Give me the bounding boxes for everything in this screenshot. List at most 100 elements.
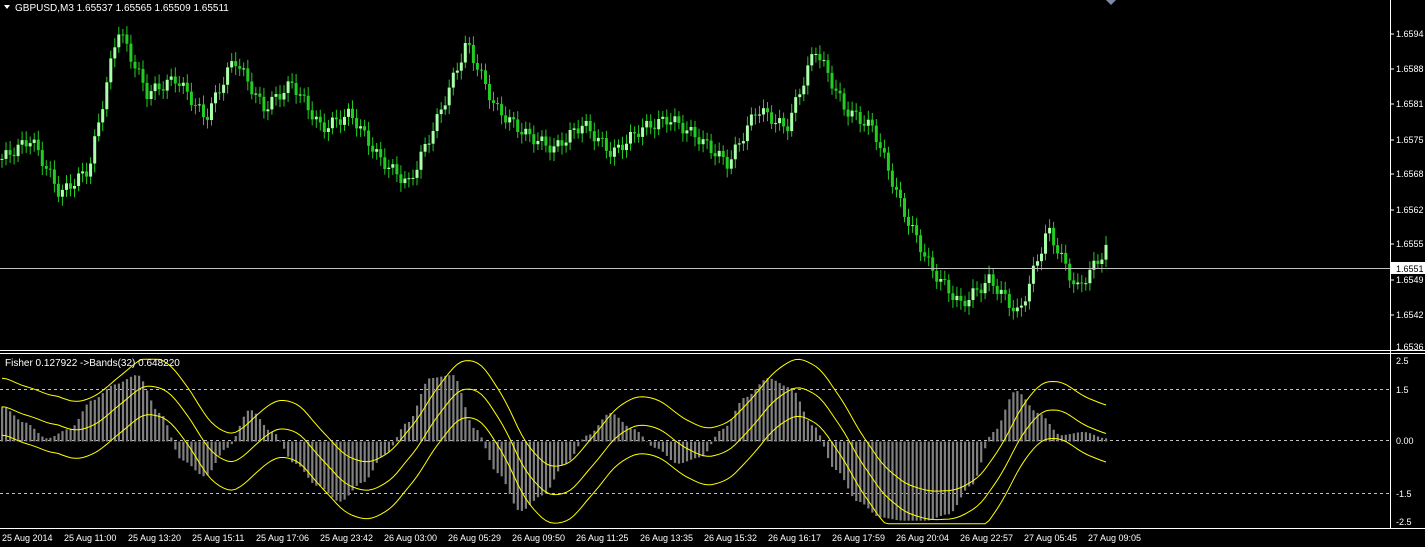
fisher-bar xyxy=(81,411,84,442)
fisher-bar xyxy=(903,441,906,521)
price-bar-body xyxy=(846,109,850,117)
fisher-bar xyxy=(275,434,278,442)
price-bar-body xyxy=(242,68,246,70)
price-bar-body xyxy=(193,105,197,107)
fisher-bar xyxy=(432,378,435,442)
fisher-bar xyxy=(722,428,725,442)
price-bar-body xyxy=(512,117,516,120)
price-bar-body xyxy=(1015,307,1019,312)
fisher-bar xyxy=(665,441,668,456)
fisher-bar xyxy=(561,441,564,466)
price-bar-body xyxy=(379,149,383,158)
price-bar-body xyxy=(604,138,608,151)
fisher-bar xyxy=(182,441,185,461)
dropdown-triangle-icon[interactable] xyxy=(4,5,10,9)
fisher-bar xyxy=(694,441,697,459)
price-bar-body xyxy=(65,183,68,190)
chart-window[interactable]: GBPUSD,M3 1.65537 1.65565 1.65509 1.6551… xyxy=(0,0,1425,547)
price-bar-body xyxy=(218,92,222,94)
fisher-bar xyxy=(1028,405,1031,442)
fisher-bar xyxy=(512,441,515,504)
time-label: 26 Aug 16:17 xyxy=(768,533,821,543)
indicator-panel[interactable]: Fisher 0.127922 ->Bands(32) 0.648220 2.5… xyxy=(0,356,1414,527)
price-bar-body xyxy=(4,150,8,159)
price-bar-body xyxy=(721,150,725,157)
fisher-bar xyxy=(53,436,56,442)
price-bar-body xyxy=(915,225,919,236)
fisher-bar xyxy=(758,384,761,442)
fisher-bar xyxy=(786,387,789,442)
time-label: 25 Aug 13:20 xyxy=(128,533,181,543)
fisher-bar xyxy=(424,383,427,442)
fisher-bar xyxy=(226,441,229,448)
chart-canvas[interactable]: GBPUSD,M3 1.65537 1.65565 1.65509 1.6551… xyxy=(0,0,1425,547)
fisher-bar xyxy=(875,441,878,516)
fisher-bar xyxy=(577,441,580,447)
fisher-bar xyxy=(391,441,394,446)
fisher-bar xyxy=(810,425,813,442)
price-axis-label: 1.6542 xyxy=(1396,310,1424,320)
fisher-bar xyxy=(488,441,491,460)
price-bar-body xyxy=(617,144,620,148)
fisher-bar xyxy=(955,441,959,505)
time-label: 26 Aug 13:35 xyxy=(640,533,693,543)
current-price-tag: 1.6551 xyxy=(1391,262,1425,274)
indicator-axis-label: 0.00 xyxy=(1396,436,1414,446)
fisher-bar xyxy=(254,413,257,442)
price-bar-body xyxy=(814,54,818,55)
price-bar-body xyxy=(528,128,532,135)
fisher-bar xyxy=(250,410,253,442)
fisher-bar xyxy=(581,439,584,442)
fisher-bar xyxy=(935,441,938,518)
fisher-bar xyxy=(625,425,628,442)
price-bar-body xyxy=(1100,259,1104,264)
price-panel-header[interactable]: GBPUSD,M3 1.65537 1.65565 1.65509 1.6551… xyxy=(4,3,229,14)
price-bar-body xyxy=(137,68,141,70)
fisher-bar xyxy=(947,441,950,515)
fisher-bar xyxy=(706,441,709,452)
fisher-bar xyxy=(750,393,753,442)
price-bar-body xyxy=(173,76,177,84)
price-bar-body xyxy=(890,170,894,187)
fisher-bar xyxy=(835,441,838,470)
price-bar-body xyxy=(886,152,890,171)
price-bar-body xyxy=(246,68,250,82)
price-bar-body xyxy=(862,123,866,126)
price-bar-body xyxy=(48,168,52,170)
price-bar-body xyxy=(1076,282,1080,285)
price-header-text: GBPUSD,M3 1.65537 1.65565 1.65509 1.6551… xyxy=(15,3,229,14)
fisher-bar xyxy=(774,380,777,442)
fisher-bar xyxy=(714,436,717,442)
price-bar-body xyxy=(210,103,213,120)
fisher-bar xyxy=(601,419,604,442)
price-bar-body xyxy=(1064,252,1068,264)
price-bar-body xyxy=(540,136,544,141)
price-bar-body xyxy=(596,137,600,142)
price-bar-body xyxy=(60,189,64,197)
price-bar-body xyxy=(322,122,326,132)
price-bar-body xyxy=(556,140,560,147)
price-bar-body xyxy=(443,105,447,110)
price-bar-body xyxy=(858,112,862,124)
fisher-bar xyxy=(806,420,809,442)
price-bar-body xyxy=(153,83,157,92)
fisher-bar xyxy=(528,441,531,505)
price-bar-body xyxy=(238,66,242,69)
price-bar-body xyxy=(32,139,36,143)
price-bar-body xyxy=(882,148,886,153)
shift-marker-icon[interactable] xyxy=(1106,0,1116,5)
price-bar-body xyxy=(314,116,318,120)
fisher-bar xyxy=(387,441,390,452)
price-bar-body xyxy=(1040,253,1043,262)
price-bar-body xyxy=(806,65,810,86)
price-bar-body xyxy=(101,109,105,123)
price-bar-body xyxy=(580,125,584,134)
price-bar-body xyxy=(737,143,741,145)
fisher-bar xyxy=(351,441,354,491)
price-bar-body xyxy=(359,126,363,129)
price-bar-body xyxy=(302,94,306,96)
price-bar-body xyxy=(911,225,915,227)
price-bar-body xyxy=(1068,263,1072,281)
fisher-bar xyxy=(448,375,451,442)
fisher-bar xyxy=(37,433,40,442)
